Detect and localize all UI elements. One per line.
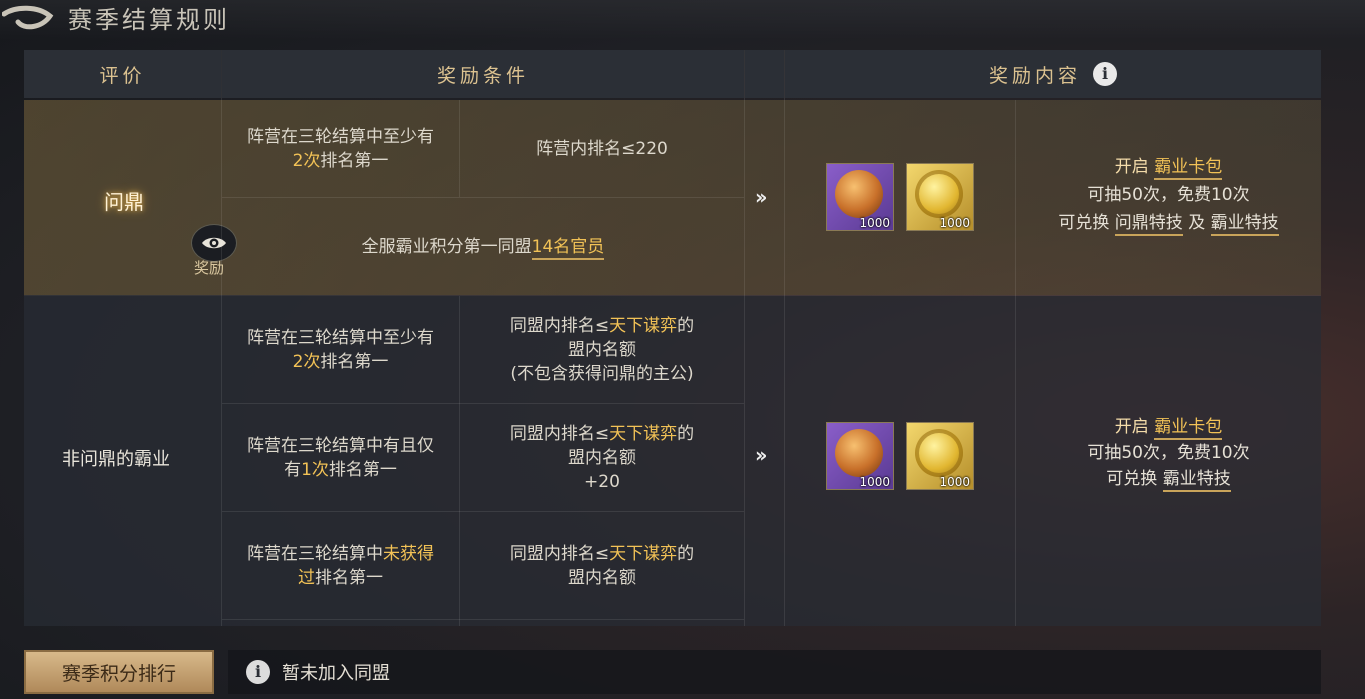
divider	[459, 100, 460, 197]
row2-sub1-post: 排名第一	[320, 351, 389, 372]
alliance-status-text: 暂未加入同盟	[282, 663, 390, 684]
back-arrow-icon[interactable]	[2, 2, 56, 32]
officials-link[interactable]: 14名官员	[531, 236, 605, 260]
row2-sub3-rank: 同盟内排名≤天下谋弈的 盟内名额	[460, 512, 744, 619]
column-header-rating: 评价	[24, 50, 221, 98]
row2-sub1-cond-line2: 盟内名额	[568, 339, 636, 360]
column-header-rating-label: 评价	[99, 64, 146, 87]
item-qty: 1000	[859, 216, 890, 230]
row2-sub3-cond-hi: 天下谋弈	[609, 543, 678, 564]
divider	[1015, 100, 1016, 626]
card-pack-link[interactable]: 霸业卡包	[1154, 417, 1223, 440]
page-title: 赛季结算规则	[68, 6, 230, 34]
row2-sub1-condition: 阵营在三轮结算中至少有 2次排名第一	[222, 296, 459, 403]
wending-emblem: 问鼎	[104, 189, 144, 214]
reward-exchange-label: 可兑换	[1058, 213, 1115, 233]
row2-sub1-hi: 2次	[292, 351, 321, 372]
divider	[222, 197, 744, 198]
row2-sub3-cond-line2: 盟内名额	[568, 567, 636, 588]
baye-skill-link[interactable]: 霸业特技	[1210, 213, 1279, 236]
row2-sub2-cond-post: 的	[677, 423, 695, 444]
reward-item-gold-coin[interactable]: 1000	[906, 163, 974, 231]
purple-token-icon	[835, 429, 883, 477]
divider	[221, 50, 222, 626]
wending-skill-link[interactable]: 问鼎特技	[1114, 213, 1183, 236]
row2-sub2-cond-hi: 天下谋弈	[609, 423, 678, 444]
reward-draws: 可抽50次，免费10次	[1087, 185, 1250, 205]
row1-condition-c: 全服霸业积分第一同盟14名官员	[222, 198, 744, 295]
reward-open-label: 开启	[1114, 157, 1155, 177]
reward-draws: 可抽50次，免费10次	[1087, 443, 1250, 463]
divider	[222, 403, 744, 404]
reward-item-purple-token[interactable]: 1000	[826, 163, 894, 231]
season-ranking-label: 赛季积分排行	[61, 662, 176, 685]
row2-sub1-cond-hi: 天下谋弈	[609, 315, 678, 336]
row2-sub2-cond-line3: +20	[584, 471, 620, 492]
row2-sub2-post: 排名第一	[328, 459, 397, 480]
column-header-arrow	[745, 50, 784, 98]
row2-arrow-icon: ››	[755, 443, 768, 467]
gold-coin-icon	[915, 429, 963, 477]
card-pack-link[interactable]: 霸业卡包	[1154, 157, 1223, 180]
row1-cond-a-hi: 2次	[292, 150, 321, 171]
divider	[784, 50, 785, 626]
row2-sub2-cond-line2: 盟内名额	[568, 447, 636, 468]
top-bar: 赛季结算规则	[0, 0, 1365, 40]
row2-sub1-cond-pre: 同盟内排名≤	[509, 315, 610, 336]
row1-cond-b-text: 阵营内排名≤220	[536, 138, 668, 159]
baye-skill-link[interactable]: 霸业特技	[1162, 469, 1231, 492]
row1-cond-a-pre: 阵营在三轮结算中至少有	[247, 126, 434, 147]
info-icon[interactable]: i	[1093, 62, 1117, 86]
row2-sub3-post: 排名第一	[315, 567, 383, 588]
reward-item-purple-token[interactable]: 1000	[826, 422, 894, 490]
row2-sub3-pre: 阵营在三轮结算中	[247, 543, 383, 564]
row2-sub2-cond-pre: 同盟内排名≤	[509, 423, 610, 444]
divider	[222, 511, 744, 512]
reward-open-label: 开启	[1114, 417, 1155, 437]
alliance-status-bar: i 暂未加入同盟	[228, 650, 1321, 694]
item-qty: 1000	[939, 216, 970, 230]
row2-sub3-condition: 阵营在三轮结算中未获得过排名第一	[222, 512, 459, 619]
view-reward-label[interactable]: 奖励	[194, 257, 224, 278]
divider	[744, 50, 745, 626]
reward-and: 及	[1182, 213, 1211, 233]
row2-sub3-cond-post: 的	[677, 543, 695, 564]
gold-coin-icon	[915, 170, 963, 218]
column-header-rewards-label: 奖励内容	[988, 64, 1081, 87]
divider	[222, 619, 744, 620]
row1-reward-text: 开启 霸业卡包 可抽50次，免费10次 可兑换 问鼎特技 及 霸业特技	[1016, 153, 1321, 237]
row1-condition-b: 阵营内排名≤220	[460, 100, 744, 197]
row1-cond-a-post: 排名第一	[320, 150, 389, 171]
row2-reward-text: 开启 霸业卡包 可抽50次，免费10次 可兑换 霸业特技	[1016, 414, 1321, 492]
info-icon: i	[246, 660, 270, 684]
row2-sub1-cond-line3: (不包含获得问鼎的主公)	[510, 363, 694, 384]
item-qty: 1000	[939, 475, 970, 489]
row2-sub3-cond-pre: 同盟内排名≤	[509, 543, 610, 564]
row1-condition-a: 阵营在三轮结算中至少有 2次排名第一	[222, 100, 459, 197]
season-ranking-button[interactable]: 赛季积分排行	[24, 650, 214, 694]
divider	[459, 296, 460, 626]
column-header-conditions: 奖励条件	[222, 50, 744, 98]
reward-item-gold-coin[interactable]: 1000	[906, 422, 974, 490]
purple-token-icon	[835, 170, 883, 218]
reward-exchange-label: 可兑换	[1106, 469, 1163, 489]
rules-table: 评价 奖励条件 奖励内容 i 问鼎 奖励 阵营在三轮结算中至少有2次排名第一 阵…	[24, 50, 1321, 626]
row2-sub2-hi: 1次	[301, 459, 329, 480]
row2-sub2-rank: 同盟内排名≤天下谋弈的 盟内名额 +20	[460, 404, 744, 511]
row2-sub1-rank: 同盟内排名≤天下谋弈的 盟内名额 (不包含获得问鼎的主公)	[460, 296, 744, 403]
row2-sub1-cond-post: 的	[677, 315, 695, 336]
row2-rating: 非问鼎的霸业	[62, 449, 170, 470]
row2-sub2-condition: 阵营在三轮结算中有且仅有1次排名第一	[222, 404, 459, 511]
column-header-rewards: 奖励内容 i	[785, 50, 1321, 98]
item-qty: 1000	[859, 475, 890, 489]
row1-cond-c-pre: 全服霸业积分第一同盟	[361, 236, 532, 257]
row1-arrow-icon: ››	[755, 185, 768, 209]
column-header-conditions-label: 奖励条件	[436, 64, 529, 87]
row2-sub1-pre: 阵营在三轮结算中至少有	[247, 327, 434, 348]
divider	[24, 295, 1321, 296]
